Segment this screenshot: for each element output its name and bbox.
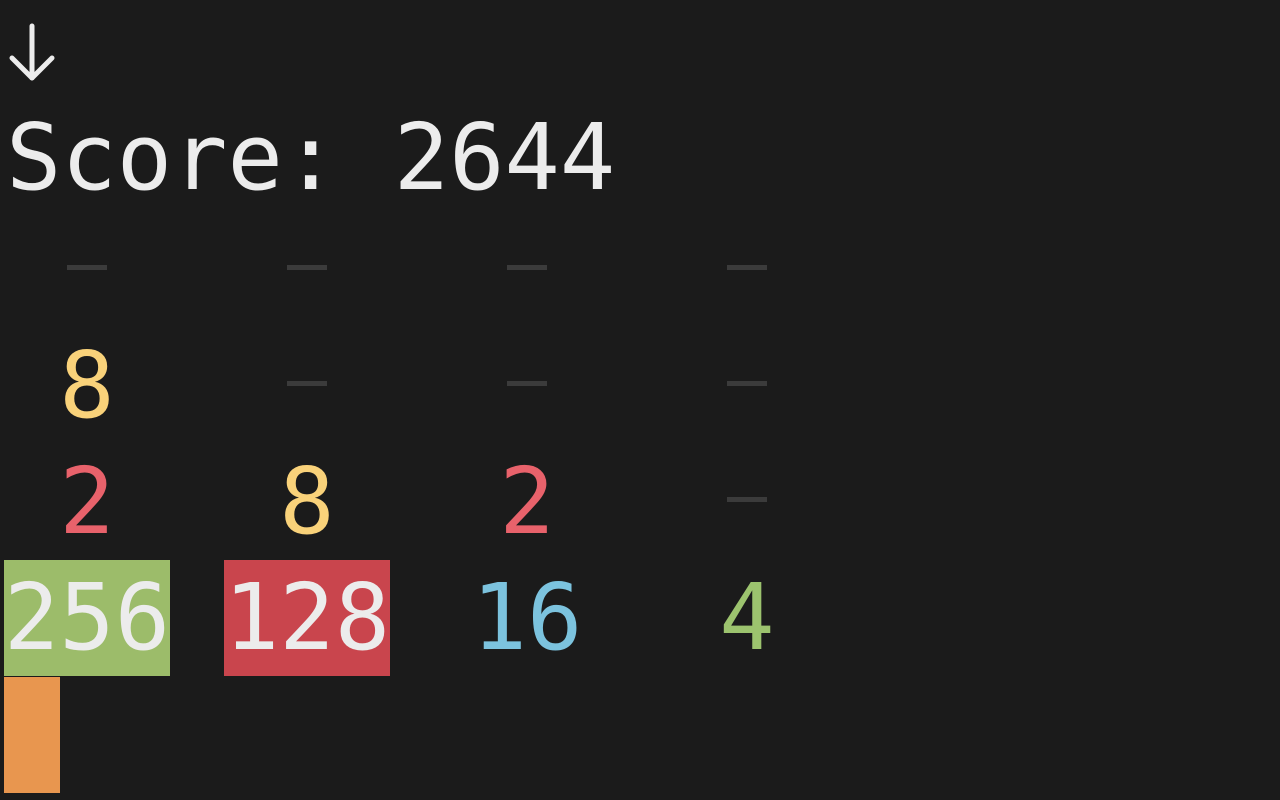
empty-dash [727,264,767,270]
empty-cell [444,328,610,444]
arrow-down-icon [4,12,64,82]
tile-128: 128 [224,560,390,676]
tile-2: 2 [499,448,555,555]
tile-8: 8 [279,448,335,555]
empty-cell [444,212,610,328]
terminal-cursor [4,677,60,793]
empty-cell [4,212,170,328]
empty-cell [664,212,830,328]
tile-16: 16 [471,564,583,671]
empty-dash [67,264,107,270]
score-display: Score: 2644 [6,104,616,211]
tile-2: 2 [59,448,115,555]
empty-cell [224,212,390,328]
empty-dash [727,380,767,386]
empty-dash [727,496,767,502]
empty-dash [507,264,547,270]
empty-cell [664,444,830,560]
empty-cell [664,328,830,444]
empty-dash [287,380,327,386]
empty-dash [507,380,547,386]
tile-8: 8 [59,332,115,439]
tile-256: 256 [4,560,170,676]
empty-cell [224,328,390,444]
game-board: 8 2 8 2 256 128 16 4 [4,212,784,677]
empty-dash [287,264,327,270]
tile-4: 4 [719,564,775,671]
